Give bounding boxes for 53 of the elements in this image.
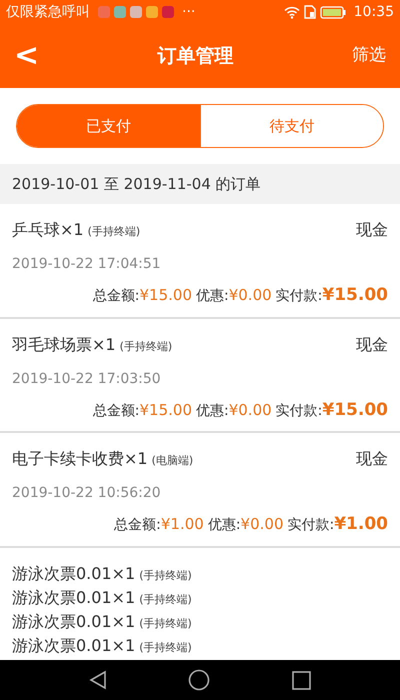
item-name: 游泳次票0.01×1	[12, 634, 136, 656]
order-time: 2019-10-22 10:56:20	[12, 484, 162, 503]
discount-amount: ¥0.00	[228, 285, 272, 306]
back-icon[interactable]	[88, 670, 107, 690]
item-name: 羽毛球场票×1	[12, 334, 116, 356]
more-notifications: ···	[182, 2, 196, 22]
item-name: 游泳次票0.01×1	[12, 562, 136, 584]
home-icon[interactable]	[188, 669, 210, 691]
back-button[interactable]: <	[14, 41, 40, 71]
total-amount: ¥1.00	[160, 514, 204, 535]
clock-time: 10:35	[354, 2, 394, 22]
date-range-header: 2019-10-01 至 2019-11-04 的订单	[0, 164, 400, 204]
recents-icon[interactable]	[292, 670, 312, 690]
payment-method: 现金	[356, 448, 388, 470]
discount-label: 优惠:	[208, 516, 241, 535]
battery-icon	[320, 6, 346, 18]
order-source: (手持终端)	[120, 338, 172, 354]
page-title: 订单管理	[158, 44, 234, 69]
carrier-text: 仅限紧急呼叫	[6, 2, 90, 22]
wifi-icon	[284, 6, 300, 18]
order-source: (手持终端)	[88, 224, 140, 240]
total-label: 总金额:	[92, 287, 140, 306]
tab[interactable]: 已支付	[17, 105, 200, 147]
filter-button[interactable]: 筛选	[352, 43, 386, 69]
paid-amount: ¥15.00	[322, 398, 388, 422]
discount-label: 优惠:	[196, 287, 229, 306]
order-source: (手持终端)	[139, 616, 192, 632]
order-source: (电脑端)	[152, 453, 194, 469]
total-amount: ¥15.00	[140, 285, 192, 306]
sim-card-icon	[304, 5, 316, 19]
tab[interactable]: 待支付	[200, 105, 383, 147]
order-time: 2019-10-22 17:03:50	[12, 370, 162, 388]
paid-amount: ¥15.00	[322, 284, 388, 307]
order-source: (手持终端)	[139, 592, 192, 608]
order-source: (手持终端)	[139, 568, 192, 584]
discount-amount: ¥0.00	[228, 400, 272, 420]
discount-label: 优惠:	[196, 402, 229, 420]
paid-label: 实付款:	[276, 402, 322, 420]
paid-label: 实付款:	[276, 287, 322, 306]
item-name: 乒乓球×1	[12, 219, 84, 241]
payment-method: 现金	[356, 334, 388, 356]
item-name: 电子卡续卡收费×1	[12, 448, 148, 470]
paid-amount: ¥1.00	[334, 513, 388, 536]
total-label: 总金额:	[114, 516, 161, 535]
order-time: 2019-10-22 17:04:51	[12, 255, 162, 274]
total-amount: ¥15.00	[140, 400, 192, 420]
payment-method: 现金	[356, 219, 388, 241]
order-source: (手持终端)	[139, 640, 192, 656]
discount-amount: ¥0.00	[240, 514, 284, 535]
total-label: 总金额:	[92, 402, 140, 420]
item-name: 游泳次票0.01×1	[12, 610, 136, 632]
paid-label: 实付款:	[288, 516, 334, 535]
item-name: 游泳次票0.01×1	[12, 586, 136, 608]
